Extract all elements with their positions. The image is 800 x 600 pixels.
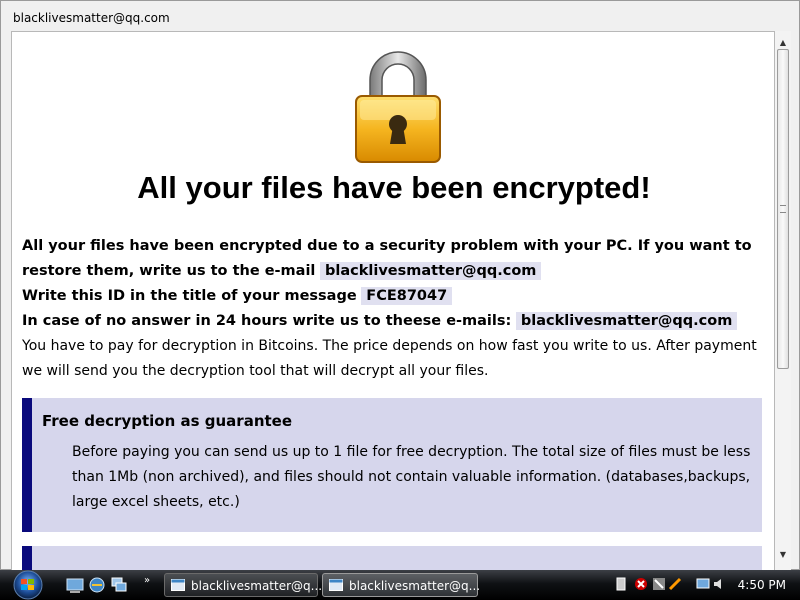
system-tray: 4:50 PM [608,573,800,597]
payment-text: You have to pay for decryption in Bitcoi… [22,338,757,379]
id-instruction: Write this ID in the title of your messa… [22,288,357,304]
windows-start-icon[interactable] [6,570,46,600]
grip-icon [780,205,786,213]
clock[interactable]: 4:50 PM [738,578,786,592]
show-desktop-icon[interactable] [66,576,84,594]
note-content: All your files have been encrypted! All … [11,31,775,571]
app-window-icon [171,579,185,591]
next-section-box [22,546,762,570]
taskbar: » blacklivesmatter@q... blacklivesmatter… [0,570,800,600]
taskbar-item-label: blacklivesmatter@q... [191,579,323,593]
guarantee-text: Before paying you can send us up to 1 fi… [72,444,751,510]
app-window-icon [329,579,343,591]
ransom-message: All your files have been encrypted due t… [22,234,764,384]
contact-email-1: blacklivesmatter@qq.com [320,262,542,280]
guarantee-box: Free decryption as guarantee Before payi… [22,398,762,532]
chevron-down-icon[interactable]: ▼ [775,547,791,563]
switch-windows-icon[interactable] [110,576,128,594]
contact-email-2: blacklivesmatter@qq.com [515,312,738,330]
ransom-headline: All your files have been encrypted! [137,170,651,205]
display-icon[interactable] [696,577,710,591]
lock-icon [355,51,441,163]
browser-icon[interactable] [88,576,106,594]
window-titlebar[interactable]: blacklivesmatter@qq.com [1,1,799,31]
victim-id: FCE87047 [361,287,453,305]
pen-icon[interactable] [668,577,682,591]
note-window: blacklivesmatter@qq.com All your files h… [0,0,800,571]
backup-contact-instruction: In case of no answer in 24 hours write u… [22,313,512,329]
scroll-thumb[interactable] [777,49,789,369]
volume-icon[interactable] [712,577,726,591]
window-title: blacklivesmatter@qq.com [13,11,170,25]
update-icon[interactable] [614,577,628,591]
taskbar-item-1[interactable]: blacklivesmatter@q... [164,573,322,597]
vertical-scrollbar[interactable]: ▲ ▼ [775,31,791,571]
taskbar-item-label: blacklivesmatter@q... [349,579,481,593]
security-alert-icon[interactable] [634,577,648,591]
guarantee-title: Free decryption as guarantee [42,412,293,430]
taskbar-item-2[interactable]: blacklivesmatter@q... [322,573,481,597]
network-icon[interactable] [652,577,666,591]
quicklaunch-more-icon[interactable]: » [144,575,150,586]
